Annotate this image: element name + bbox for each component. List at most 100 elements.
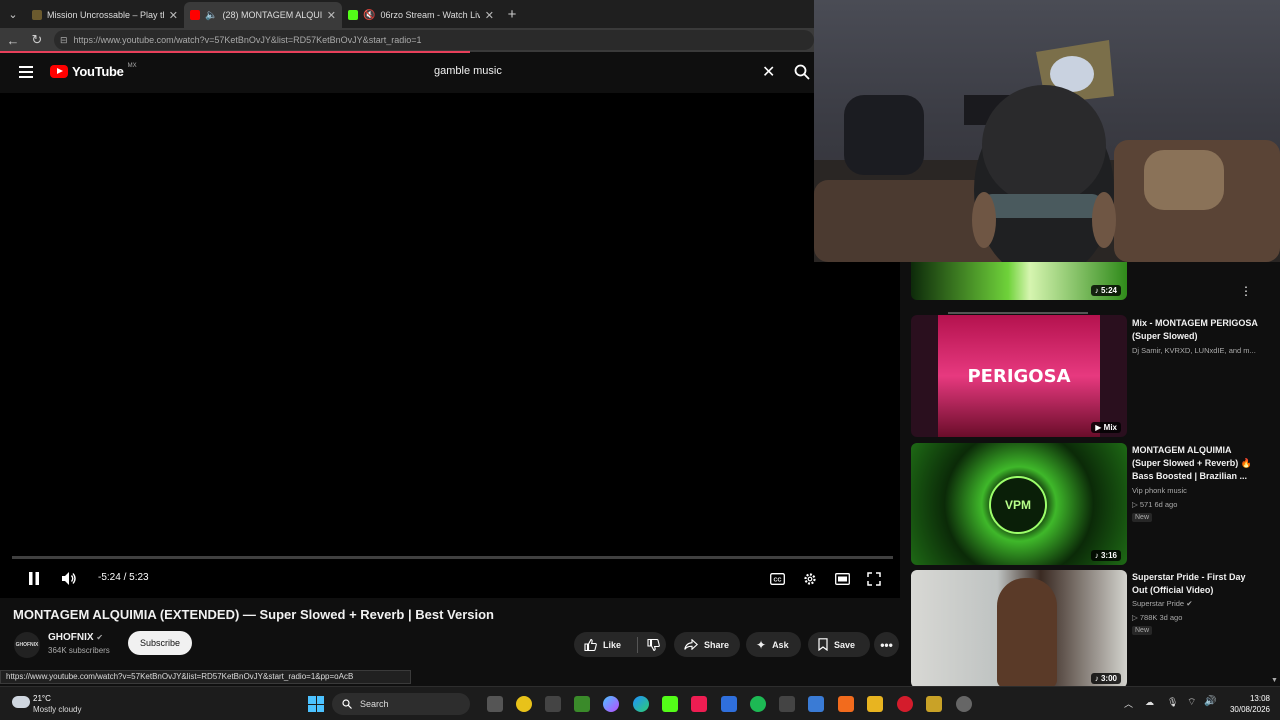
save-label: Save [834, 639, 856, 650]
settings-gear-icon[interactable] [803, 572, 817, 586]
pause-icon[interactable] [28, 572, 40, 585]
edge-browser-icon[interactable] [633, 696, 649, 712]
hamburger-menu-icon[interactable] [19, 66, 33, 78]
share-button[interactable]: Share [674, 632, 740, 657]
reload-icon[interactable]: ↻ [30, 32, 44, 48]
wifi-icon[interactable]: ⌔ [1187, 696, 1196, 709]
excel-like-icon[interactable] [574, 696, 590, 712]
microphone-icon[interactable]: 🎙 [1167, 697, 1178, 708]
back-arrow-icon[interactable]: ← [6, 33, 20, 48]
kick-icon[interactable] [662, 696, 678, 712]
app-icon[interactable] [545, 696, 561, 712]
sidebar-scrollbar[interactable]: ▼ [1268, 262, 1280, 686]
recommendations-sidebar: ♪ 5:24 ⋮ PERIGOSA ▶ Mix Mix - MONTAGEM P… [900, 262, 1280, 686]
link-hover-status-bar: https://www.youtube.com/watch?v=57KetBnO… [0, 670, 411, 684]
store-icon[interactable] [808, 696, 824, 712]
recommendation-stats: 571 6d ago [1139, 500, 1178, 509]
search-input[interactable]: gamble music [434, 65, 502, 77]
file-explorer-icon[interactable] [867, 696, 883, 712]
new-tab-plus-icon[interactable]: + [500, 6, 524, 23]
settings-icon[interactable] [956, 696, 972, 712]
channel-name[interactable]: GHOFNIX ✔ [48, 632, 103, 643]
recommendation-channel[interactable]: Vip phonk music [1132, 486, 1187, 495]
windows-taskbar: 21°C Mostly cloudy Search ︿ ☁ 🎙 ⌔ 🔊 13:0… [0, 686, 1280, 720]
mix-label: Mix [1103, 423, 1117, 432]
duration-badge: ♪ 3:00 [1090, 673, 1121, 684]
verified-check-icon: ✔ [96, 633, 104, 642]
mix-artwork: PERIGOSA [938, 315, 1100, 437]
duration-text: 5:24 [1100, 286, 1117, 295]
tab-close-icon[interactable]: ✕ [327, 9, 336, 22]
thumbs-down-icon[interactable] [647, 638, 660, 651]
scroll-down-arrow-icon[interactable]: ▼ [1271, 677, 1278, 684]
tray-overflow-chevron-icon[interactable]: ︿ [1124, 697, 1133, 710]
video-player[interactable]: -5:24 / 5:23 CC [0, 93, 900, 598]
captions-icon[interactable]: CC [770, 573, 785, 585]
tray-app-icon[interactable]: ☁ [1145, 697, 1154, 708]
recommendation-title[interactable]: Mix - MONTAGEM PERIGOSA (Super Slowed) [1132, 317, 1262, 343]
video-thumbnail[interactable]: ♪ 3:00 [911, 570, 1127, 686]
tab-favicon-icon [32, 10, 42, 20]
site-info-icon[interactable]: ⊟ [60, 35, 68, 46]
spotify-icon[interactable] [750, 696, 766, 712]
like-divider [637, 636, 639, 653]
recommendation-title[interactable]: MONTAGEM ALQUIMIA (Super Slowed + Reverb… [1132, 444, 1262, 483]
video-thumbnail[interactable]: PERIGOSA ▶ Mix [911, 315, 1127, 437]
theater-mode-icon[interactable] [835, 573, 850, 585]
speaker-icon[interactable]: 🔊 [1204, 696, 1216, 707]
weather-condition[interactable]: Mostly cloudy [33, 705, 81, 714]
browser-tab-youtube[interactable]: 🔈 (28) MONTAGEM ALQUIMIA ( ✕ [184, 2, 342, 28]
clock-time[interactable]: 13:08 [1222, 694, 1270, 703]
duration-badge: ♪ 5:24 [1090, 285, 1121, 296]
app-icon[interactable] [721, 696, 737, 712]
fullscreen-icon[interactable] [867, 572, 881, 586]
search-icon[interactable] [794, 64, 810, 80]
clock-date[interactable]: 30/08/2026 [1222, 705, 1270, 714]
vpm-logo: VPM [989, 476, 1047, 534]
save-button[interactable]: Save [808, 632, 870, 657]
more-options-icon[interactable]: ⋮ [1240, 284, 1252, 298]
ask-button[interactable]: ✦ Ask [746, 632, 801, 657]
task-view-icon[interactable] [487, 696, 503, 712]
like-button[interactable]: Like [584, 638, 622, 651]
windows-start-icon[interactable] [308, 696, 324, 712]
recommendation-stats: 788K 3d ago [1139, 613, 1183, 622]
recommendation-title[interactable]: Superstar Pride - First Day Out (Officia… [1132, 571, 1262, 597]
more-actions-icon[interactable]: ••• [874, 632, 899, 657]
browser-tab-kick-stream[interactable]: 🔇 06rzo Stream - Watch Live on ✕ [342, 2, 500, 28]
muted-speaker-icon[interactable]: 🔇 [363, 10, 375, 21]
volume-icon[interactable] [61, 571, 77, 586]
browser-tab-mission-uncrossable[interactable]: Mission Uncrossable – Play the Ro ✕ [26, 2, 184, 28]
copilot-icon[interactable] [603, 696, 619, 712]
video-title: MONTAGEM ALQUIMIA (EXTENDED) — Super Slo… [13, 607, 494, 622]
thumbs-up-icon [584, 638, 597, 651]
like-label: Like [603, 639, 622, 650]
app-icon[interactable] [838, 696, 854, 712]
youtube-logo[interactable]: YouTube MX [50, 63, 137, 79]
recommendation-channel[interactable]: Superstar Pride [1132, 599, 1184, 608]
kick-favicon-icon [348, 10, 358, 20]
app-icon[interactable] [897, 696, 913, 712]
tiktok-icon[interactable] [691, 696, 707, 712]
clear-search-icon[interactable]: ✕ [762, 62, 775, 82]
youtube-favicon-icon [190, 10, 200, 20]
weather-temperature[interactable]: 21°C [33, 694, 51, 703]
recommendation-channel[interactable]: Dj Samir, KVRXD, LUNxdIE, and m... [1132, 346, 1256, 355]
channel-avatar[interactable]: GHOFNIX [14, 632, 40, 658]
taskbar-search-box[interactable]: Search [332, 693, 470, 715]
video-thumbnail[interactable]: ♪ 5:24 [911, 262, 1127, 300]
tab-close-icon[interactable]: ✕ [169, 9, 178, 22]
tab-search-chevron-icon[interactable]: ⌄ [0, 0, 26, 28]
cloud-weather-icon[interactable] [12, 696, 30, 708]
video-progress-bar[interactable] [12, 556, 893, 559]
app-icon[interactable] [779, 696, 795, 712]
url-field[interactable]: ⊟ https://www.youtube.com/watch?v=57KetB… [54, 30, 814, 50]
speaker-icon[interactable]: 🔈 [205, 10, 217, 21]
norton-icon[interactable] [516, 696, 532, 712]
video-thumbnail[interactable]: VPM ♪ 3:16 [911, 443, 1127, 565]
bookmark-icon [818, 638, 828, 651]
app-icon[interactable] [926, 696, 942, 712]
mix-stack-edge [948, 312, 1088, 314]
subscribe-button[interactable]: Subscribe [128, 631, 192, 655]
tab-close-icon[interactable]: ✕ [485, 9, 494, 22]
